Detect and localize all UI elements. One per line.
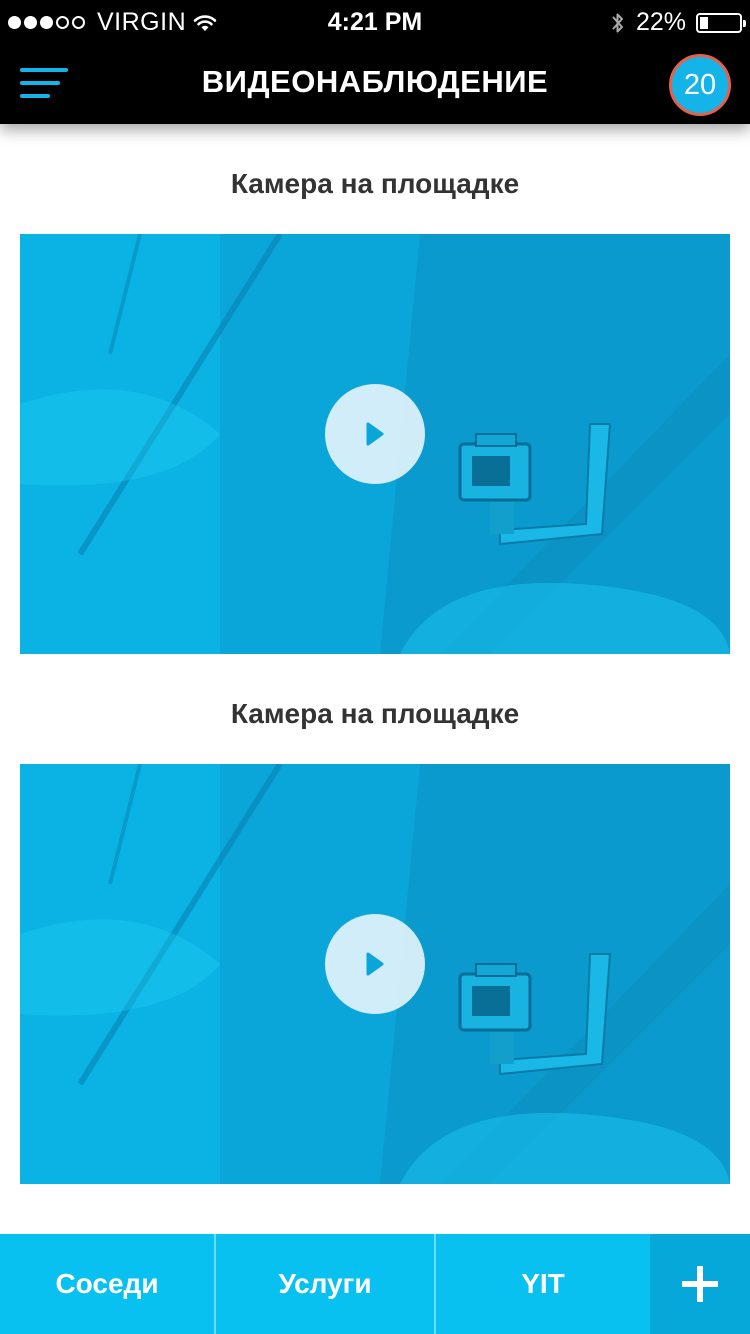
play-button[interactable] [325, 914, 425, 1014]
page-title: ВИДЕОНАБЛЮДЕНИЕ [201, 64, 549, 99]
tab-yit[interactable]: YIT [436, 1234, 650, 1334]
tab-services[interactable]: Услуги [216, 1234, 436, 1334]
camera-video[interactable] [20, 234, 730, 654]
status-right: 22% [610, 8, 746, 37]
bottom-tab-bar: Соседи Услуги YIT [0, 1234, 750, 1334]
plus-icon [682, 1266, 718, 1302]
top-bar: VIRGIN 4:21 PM 22% ВИДЕОНАБЛЮДЕНИЕ 20 [0, 0, 750, 124]
play-icon [366, 952, 384, 976]
status-bar: VIRGIN 4:21 PM 22% [0, 0, 750, 44]
bluetooth-icon [612, 13, 623, 32]
add-button[interactable] [650, 1234, 750, 1334]
tab-neighbors[interactable]: Соседи [0, 1234, 216, 1334]
battery-fill [700, 16, 708, 29]
camera-video[interactable] [20, 764, 730, 1184]
camera-title: Камера на площадке [230, 168, 520, 199]
notification-badge[interactable]: 20 [669, 54, 731, 116]
camera-title: Камера на площадке [230, 698, 520, 729]
battery-icon [696, 12, 746, 33]
battery-percent: 22% [635, 8, 686, 36]
play-icon [366, 422, 384, 446]
play-button[interactable] [325, 384, 425, 484]
